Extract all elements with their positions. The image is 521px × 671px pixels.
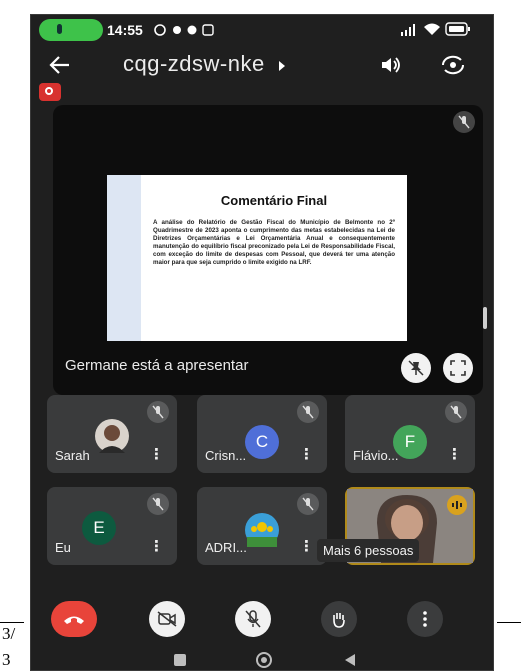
unpin-button[interactable] bbox=[401, 353, 431, 383]
raise-hand-button[interactable] bbox=[321, 601, 357, 637]
more-vert-icon bbox=[423, 611, 427, 627]
participant-name: Sarah bbox=[55, 448, 90, 463]
back-arrow-icon[interactable] bbox=[49, 55, 71, 80]
raise-hand-icon bbox=[333, 613, 345, 628]
presentation-slide: Comentário Final A análise do Relatório … bbox=[107, 175, 407, 341]
status-time: 14:55 bbox=[107, 22, 143, 38]
mic-off-icon bbox=[147, 493, 169, 515]
participant-name: Crisn... bbox=[205, 448, 247, 463]
home-nav-icon[interactable] bbox=[255, 651, 273, 670]
more-options-icon[interactable]: ⋮ bbox=[299, 445, 314, 463]
end-call-button[interactable] bbox=[51, 601, 97, 637]
speaker-icon[interactable] bbox=[379, 55, 403, 80]
camera-toggle-button[interactable] bbox=[149, 601, 185, 637]
edge-rule-right bbox=[497, 622, 521, 623]
chevron-right-icon[interactable] bbox=[277, 59, 287, 77]
call-indicator-pill bbox=[39, 19, 103, 41]
pin-off-icon bbox=[408, 360, 424, 376]
more-options-icon[interactable]: ⋮ bbox=[149, 537, 164, 555]
recents-nav-icon[interactable] bbox=[173, 653, 187, 670]
more-people-label[interactable]: Mais 6 pessoas bbox=[317, 539, 420, 562]
mic-off-icon bbox=[297, 401, 319, 423]
recording-indicator-icon bbox=[39, 83, 61, 101]
participant-tile-crisn[interactable]: C Crisn... ⋮ bbox=[197, 395, 327, 473]
participant-tile-sarah[interactable]: Sarah ⋮ bbox=[47, 395, 177, 473]
participant-tile-flavio[interactable]: F Flávio... ⋮ bbox=[345, 395, 475, 473]
mic-off-icon bbox=[147, 401, 169, 423]
meeting-code[interactable]: cqg-zdsw-nke bbox=[123, 51, 265, 77]
mic-active-icon bbox=[57, 24, 62, 34]
avatar: C bbox=[245, 425, 279, 459]
slide-body: A análise do Relatório de Gestão Fiscal … bbox=[153, 219, 395, 266]
more-options-icon[interactable]: ⋮ bbox=[299, 537, 314, 555]
more-options-icon[interactable]: ⋮ bbox=[149, 445, 164, 463]
fullscreen-button[interactable] bbox=[443, 353, 473, 383]
participant-tile-eu[interactable]: E Eu ⋮ bbox=[47, 487, 177, 565]
mic-toggle-button[interactable] bbox=[235, 601, 271, 637]
presenter-label: Germane está a apresentar bbox=[65, 357, 249, 374]
edge-text-top: 3/ bbox=[2, 624, 16, 643]
scrollbar[interactable] bbox=[483, 307, 487, 329]
camera-off-icon bbox=[157, 611, 177, 627]
wifi-icon bbox=[423, 22, 441, 41]
hang-up-icon bbox=[64, 616, 84, 624]
avatar bbox=[95, 419, 129, 453]
more-options-icon[interactable]: ⋮ bbox=[447, 445, 462, 463]
phone-screen: 14:55 cqg-zdsw-nke Germane está a aprese… bbox=[30, 14, 494, 671]
speaking-indicator-icon bbox=[447, 495, 467, 515]
signal-icon bbox=[399, 23, 419, 42]
participant-tile-adri[interactable]: ADRI... ⋮ bbox=[197, 487, 327, 565]
switch-camera-icon[interactable] bbox=[441, 55, 465, 80]
participant-name: Flávio... bbox=[353, 448, 399, 463]
edge-rule-left bbox=[0, 622, 24, 623]
edge-text-bottom: 3 bbox=[2, 650, 11, 669]
participant-name: ADRI... bbox=[205, 540, 247, 555]
mic-off-icon bbox=[453, 111, 475, 133]
participant-name: Eu bbox=[55, 540, 71, 555]
fullscreen-icon bbox=[450, 360, 466, 376]
battery-icon bbox=[445, 22, 471, 41]
more-options-button[interactable] bbox=[407, 601, 443, 637]
back-nav-icon[interactable] bbox=[343, 653, 357, 670]
avatar: E bbox=[82, 511, 116, 545]
mic-off-icon bbox=[297, 493, 319, 515]
notification-icons bbox=[153, 22, 217, 43]
mic-off-icon bbox=[445, 401, 467, 423]
slide-title: Comentário Final bbox=[220, 193, 328, 208]
mic-off-icon bbox=[245, 610, 261, 628]
avatar bbox=[245, 513, 279, 547]
